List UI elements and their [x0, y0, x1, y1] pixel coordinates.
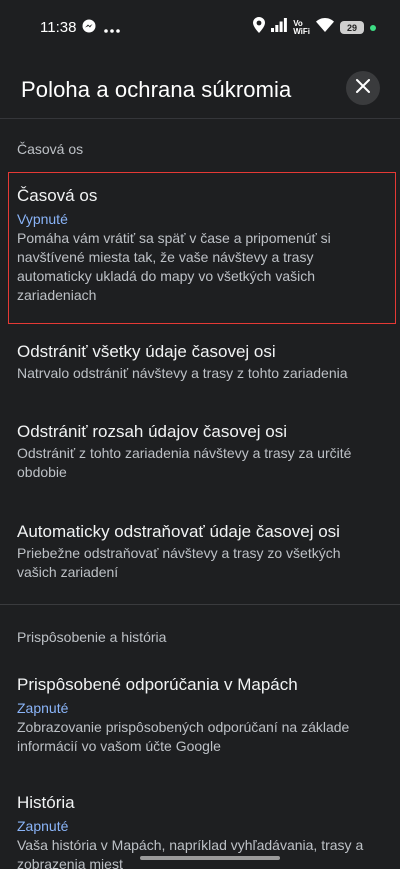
setting-description: Priebežne odstraňovať návštevy a trasy z…	[17, 545, 341, 580]
status-bar: 11:38 Vo WiFi 29	[0, 0, 400, 56]
setting-title: Odstrániť všetky údaje časovej osi	[17, 342, 276, 361]
messenger-icon	[82, 19, 96, 38]
status-time: 11:38	[40, 19, 77, 36]
setting-title: Odstrániť rozsah údajov časovej osi	[17, 422, 288, 441]
setting-title: Prispôsobené odporúčania v Mapách	[17, 675, 298, 694]
setting-delete-all-timeline[interactable]: Odstrániť všetky údaje časovej osi Natrv…	[0, 341, 400, 383]
setting-title: Automaticky odstraňovať údaje časovej os…	[17, 522, 340, 541]
location-icon	[253, 17, 266, 38]
setting-description: Zobrazovanie prispôsobených odporúčaní n…	[17, 719, 350, 754]
setting-description: Natrvalo odstrániť návštevy a trasy z to…	[17, 365, 348, 381]
setting-description: Pomáha vám vrátiť sa späť v čase a pripo…	[17, 230, 331, 303]
setting-personalized-recommendations[interactable]: Prispôsobené odporúčania v Mapách Zapnut…	[0, 674, 400, 756]
setting-timeline[interactable]: Časová os Vypnuté Pomáha vám vrátiť sa s…	[0, 185, 400, 305]
close-button[interactable]	[346, 71, 380, 105]
app-bar-divider	[0, 118, 400, 119]
setting-description: Odstrániť z tohto zariadenia návštevy a …	[17, 445, 352, 480]
signal-icon	[271, 18, 288, 37]
close-icon	[356, 78, 370, 98]
app-bar: Poloha a ochrana súkromia	[0, 66, 400, 116]
privacy-indicator-dot	[370, 24, 376, 31]
setting-status: Zapnuté	[17, 700, 69, 716]
setting-auto-delete-timeline[interactable]: Automaticky odstraňovať údaje časovej os…	[0, 521, 400, 582]
page-title: Poloha a ochrana súkromia	[21, 77, 292, 102]
setting-description: Vaša história v Mapách, napríklad vyhľad…	[17, 837, 364, 869]
setting-title: História	[17, 793, 75, 812]
battery-icon: 29	[340, 21, 364, 34]
setting-title: Časová os	[17, 186, 98, 205]
vowifi-indicator: Vo WiFi	[293, 18, 310, 36]
section-header-personalization: Prispôsobenie a história	[17, 629, 167, 645]
setting-status: Vypnuté	[17, 211, 68, 227]
section-header-timeline: Časová os	[17, 141, 84, 157]
setting-delete-range-timeline[interactable]: Odstrániť rozsah údajov časovej osi Odst…	[0, 421, 400, 482]
more-dots-icon	[104, 20, 120, 38]
wifi-icon	[316, 18, 334, 37]
section-divider	[0, 604, 400, 605]
home-indicator[interactable]	[140, 856, 280, 860]
setting-status: Zapnuté	[17, 818, 69, 834]
